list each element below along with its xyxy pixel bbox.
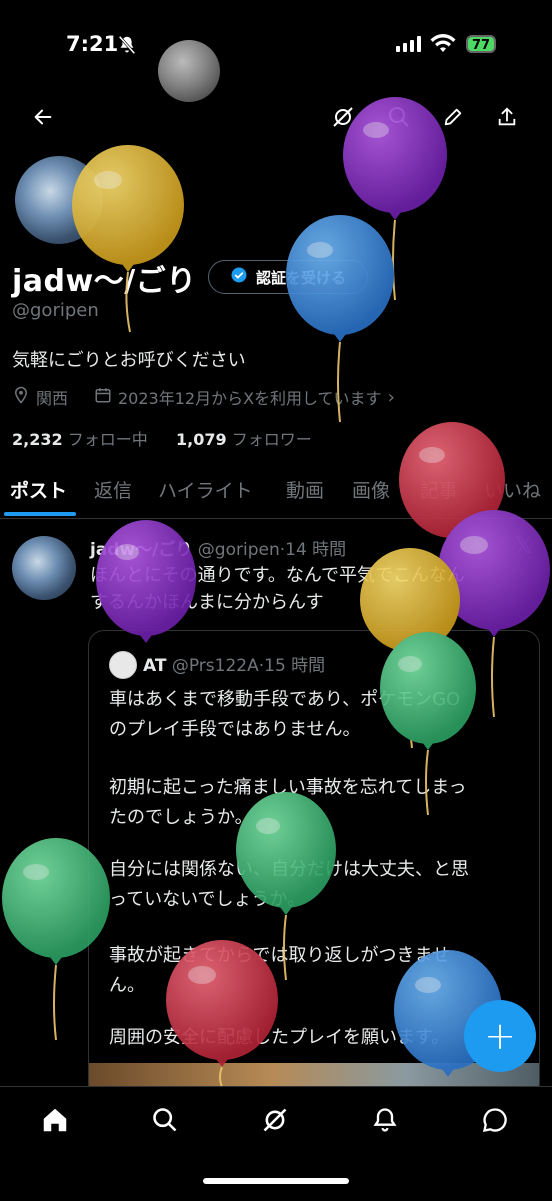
tab-articles[interactable]: 記事 <box>420 476 458 503</box>
joined-text: 2023年12月からXを利用しています <box>118 389 382 408</box>
share-icon[interactable] <box>492 102 522 132</box>
post-header: jadw～/ごり @goripen·14 時間 <box>90 540 347 560</box>
post-time[interactable]: 14 時間 <box>285 540 346 560</box>
compose-post-button[interactable]: + <box>464 1000 536 1072</box>
location-icon <box>12 386 30 408</box>
tab-likes[interactable]: いいね <box>484 476 541 503</box>
following-count: 2,232 <box>12 430 63 449</box>
quote-line: ん。 <box>109 975 145 996</box>
active-tab-indicator <box>4 512 76 516</box>
home-icon[interactable] <box>38 1103 72 1137</box>
search-nav-icon[interactable] <box>148 1103 182 1137</box>
tab-posts[interactable]: ポスト <box>10 476 67 503</box>
quote-line: たのでしょうか。 <box>109 807 253 828</box>
profile-bio: 気軽にごりとお呼びください <box>12 350 246 371</box>
quote-time: 15 時間 <box>264 656 326 676</box>
edit-icon[interactable] <box>438 102 468 132</box>
wifi-icon <box>430 34 456 58</box>
quote-author: AT <box>143 656 167 676</box>
search-icon[interactable] <box>384 102 414 132</box>
location-text: 関西 <box>36 389 69 408</box>
profile-joined: 2023年12月からXを利用しています › <box>94 385 395 409</box>
status-time: 7:21 <box>66 32 119 56</box>
cellular-signal-icon <box>396 36 424 56</box>
profile-handle: @goripen <box>12 300 99 321</box>
home-indicator <box>203 1178 349 1184</box>
grok-icon[interactable] <box>328 102 358 132</box>
tab-replies[interactable]: 返信 <box>94 476 132 503</box>
profile-tabs: ポスト 返信 ハイライト 動画 画像 記事 いいね <box>0 468 552 519</box>
followers-link[interactable]: 1,079 フォロワー <box>176 426 312 450</box>
profile-avatar[interactable] <box>12 153 106 247</box>
tab-highlights[interactable]: ハイライト <box>158 476 253 503</box>
profile-name: jadw～/ごり <box>12 264 197 299</box>
verify-button-label: 認証を受ける <box>255 268 346 287</box>
bell-muted-icon <box>116 34 138 60</box>
post-text-line: ほんとにその通りです。なんで平気でこんなん <box>90 565 465 586</box>
messages-icon[interactable] <box>478 1103 512 1137</box>
following-link[interactable]: 2,232 フォロー中 <box>12 426 148 450</box>
chevron-right-icon[interactable]: › <box>388 387 395 408</box>
quote-line: 自分には関係ない、自分だけは大丈夫、と思 <box>109 859 469 880</box>
quote-line: 周囲の安全に配慮したプレイを願います。 <box>109 1027 450 1048</box>
quote-handle: @Prs122A <box>171 656 259 676</box>
verified-icon <box>230 266 248 288</box>
tab-videos[interactable]: 動画 <box>286 476 324 503</box>
calendar-icon <box>94 386 112 408</box>
battery-indicator: 77 <box>466 35 496 53</box>
grok-nav-icon[interactable] <box>258 1103 292 1137</box>
post-author[interactable]: jadw～/ごり <box>90 540 192 560</box>
bell-icon[interactable] <box>368 1103 402 1137</box>
following-label: フォロー中 <box>67 430 148 449</box>
quote-avatar <box>109 651 137 679</box>
post-text-line: するんかほんまに分からんす <box>90 592 324 613</box>
post-handle[interactable]: @goripen <box>198 540 280 560</box>
post-text: ほんとにその通りです。なんで平気でこんなん するんかほんまに分からんす <box>90 562 540 616</box>
profile-location: 関西 <box>12 385 68 409</box>
x-logo-icon: 𝕏 <box>515 534 533 559</box>
back-arrow-icon[interactable] <box>28 102 58 132</box>
quote-line: 車はあくまで移動手段であり、ポケモンGO <box>109 689 461 710</box>
tab-images[interactable]: 画像 <box>352 476 390 503</box>
post-avatar[interactable] <box>12 536 76 600</box>
quote-header: AT @Prs122A·15 時間 <box>143 656 326 676</box>
followers-label: フォロワー <box>231 430 312 449</box>
quote-line: っていないでしょうか。 <box>109 889 306 910</box>
quote-line: 初期に起こった痛ましい事故を忘れてしまっ <box>109 777 467 798</box>
quote-line: のプレイ手段ではありません。 <box>109 719 361 740</box>
quote-line: 事故が起きてからでは取り返しがつきませ <box>109 945 450 966</box>
get-verified-button[interactable]: 認証を受ける <box>208 260 368 294</box>
moon-image <box>158 40 220 102</box>
followers-count: 1,079 <box>176 430 227 449</box>
